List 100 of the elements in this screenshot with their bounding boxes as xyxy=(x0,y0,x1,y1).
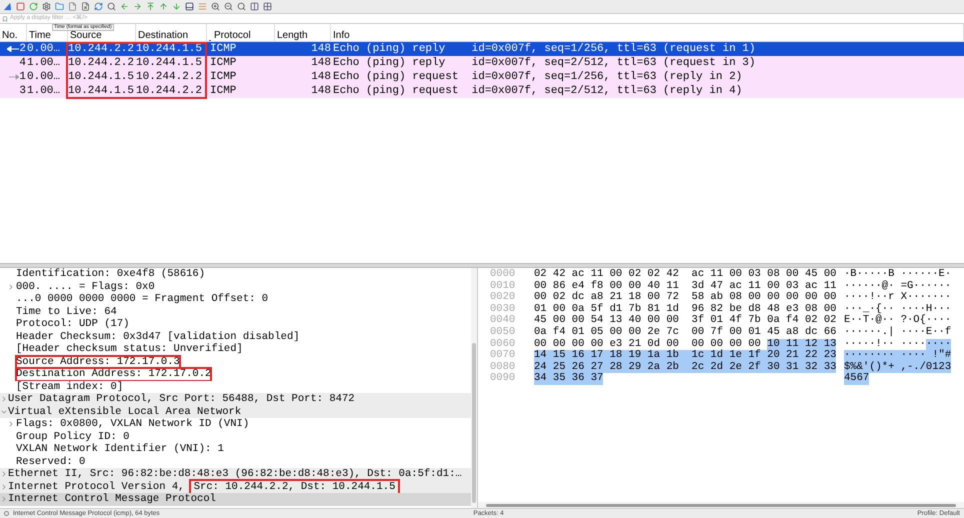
packet-row[interactable]: 10.00… 10.244.1.5 10.244.2.2 ICMP 148 Echo (ping) request id=0x007f, seq=1/256, ttl=63 (reply in 2) xyxy=(0,70,964,84)
zoom-in-icon[interactable] xyxy=(211,2,220,11)
status-icon[interactable] xyxy=(4,511,9,516)
expander-icon[interactable] xyxy=(0,482,8,491)
ascii-text[interactable]: ········ ···· !"# xyxy=(844,350,952,362)
settings-icon[interactable] xyxy=(42,2,51,11)
ascii-text[interactable]: $%&'()*+ ,-./0123 xyxy=(844,362,952,374)
hex-bytes[interactable]: 34 35 36 37 xyxy=(534,373,604,385)
detail-line[interactable]: Identification: 0xe4f8 (58616) xyxy=(16,268,206,280)
table-cell: ICMP xyxy=(210,42,236,55)
detail-line[interactable]: Flags: 0x0800, VXLAN Network ID (VNI) xyxy=(16,418,250,430)
detail-line[interactable]: Reserved: 0 xyxy=(16,456,86,468)
column-header[interactable]: No. xyxy=(2,31,18,41)
detail-line[interactable]: Internet Protocol Version 4, xyxy=(8,480,184,493)
table-cell: 10.244.1.5 xyxy=(68,70,134,83)
offset-label: 0090 xyxy=(490,373,516,385)
grid-icon[interactable] xyxy=(263,2,272,11)
table-cell-text: 3 xyxy=(19,84,26,99)
hex-bytes[interactable]: 00 86 e4 f8 00 00 40 11 3d 47 ac 11 00 03 ac 11 xyxy=(534,280,836,292)
hex-bytes[interactable]: 02 42 ac 11 00 02 02 42 ac 11 00 03 08 00 45 00 xyxy=(534,269,836,281)
offset-label: 0020 xyxy=(490,292,516,304)
detail-line[interactable]: Header Checksum: 0x3d47 [validation disabled] xyxy=(16,330,300,343)
table-cell: 148 xyxy=(311,84,331,97)
offset-label: 0000 xyxy=(490,269,516,281)
offset-label: 0050 xyxy=(490,326,516,339)
hex-bytes[interactable]: 01 00 0a 5f d1 7b 81 1d 96 82 be d8 48 e3 08 00 xyxy=(534,304,836,316)
boxed-text: Src: 10.244.2.2, Dst: 10.244.1.5 xyxy=(190,480,398,493)
expander-icon[interactable] xyxy=(0,395,8,404)
search-icon[interactable] xyxy=(107,2,116,11)
hex-bytes[interactable]: 24 25 26 27 28 29 2a 2b 2c 2d 2e 2f 30 31 32 33 xyxy=(534,362,836,374)
zoom-out-icon[interactable] xyxy=(224,2,233,11)
close-file-icon[interactable] xyxy=(81,2,90,11)
column-header[interactable]: Destination xyxy=(138,31,188,41)
detail-line[interactable]: ...0 0000 0000 0000 = Fragment Offset: 0 xyxy=(16,293,268,306)
detail-line[interactable]: Time to Live: 64 xyxy=(16,306,117,318)
detail-line[interactable]: [Stream index: 0] xyxy=(16,380,124,393)
column-header[interactable]: Protocol xyxy=(214,31,251,41)
table-cell: Echo (ping) request id=0x007f, seq=2/512, ttl=63 (reply in 4) xyxy=(333,84,742,97)
file-icon[interactable] xyxy=(68,2,77,11)
reload-icon[interactable] xyxy=(94,2,103,11)
shark-fin-icon[interactable] xyxy=(3,2,12,11)
packet-row[interactable]: 20.00… 10.244.2.2 10.244.1.5 ICMP 148 Echo (ping) reply id=0x007f, seq=1/256, ttl=63 (request in 1) xyxy=(0,42,964,56)
ascii-text[interactable]: ···· xyxy=(926,338,952,350)
table-cell: 10.244.2.2 xyxy=(68,42,134,55)
column-header[interactable]: Source xyxy=(70,31,102,41)
ascii-text[interactable]: ······.| ····E··f xyxy=(844,326,952,339)
table-cell: 10.244.1.5 xyxy=(136,56,202,69)
table-cell: ICMP xyxy=(210,70,236,83)
jump-icon[interactable] xyxy=(146,2,155,11)
ascii-text[interactable]: ·····!·· ···· xyxy=(844,338,926,350)
table-cell-text: 2 xyxy=(19,42,26,57)
panel-icon[interactable] xyxy=(185,2,194,11)
expander-icon[interactable] xyxy=(7,282,15,291)
resize-columns-icon[interactable] xyxy=(250,2,259,11)
packet-row[interactable]: 31.00… 10.244.1.5 10.244.2.2 ICMP 148 Echo (ping) request id=0x007f, seq=2/512, ttl=63 (reply in 4) xyxy=(0,84,964,98)
table-cell: 0.00… xyxy=(27,42,60,55)
ascii-text[interactable]: ····!··r X······· xyxy=(844,292,952,304)
detail-line[interactable]: Protocol: UDP (17) xyxy=(16,318,130,330)
expander-icon[interactable] xyxy=(0,495,8,504)
ascii-text[interactable]: ·B·····B ······E· xyxy=(844,269,952,281)
detail-line[interactable]: Group Policy ID: 0 xyxy=(16,430,130,443)
ascii-text[interactable]: ······@· =G······ xyxy=(844,280,952,292)
folder-icon[interactable] xyxy=(55,2,64,11)
ascii-text[interactable]: 4567 xyxy=(844,373,870,385)
hex-bytes[interactable]: 00 00 00 00 e3 21 0d 00 00 00 00 00 xyxy=(534,338,761,350)
scrollbar[interactable] xyxy=(471,268,477,508)
detail-line[interactable]: [Header checksum status: Unverified] xyxy=(16,343,243,356)
offset-label: 0060 xyxy=(490,338,516,350)
hex-bytes[interactable]: 0a f4 01 05 00 00 2e 7c 00 7f 00 01 45 a8 dc 66 xyxy=(534,326,836,339)
hex-bytes[interactable]: 14 15 16 17 18 19 1a 1b 1c 1d 1e 1f 20 21 22 23 xyxy=(534,350,836,362)
table-cell: 148 xyxy=(311,56,331,69)
arrow-right-icon[interactable] xyxy=(133,2,142,11)
bookmark-icon[interactable] xyxy=(2,16,8,22)
column-header[interactable]: Time xyxy=(29,31,51,41)
hex-bytes[interactable]: 45 00 00 54 13 40 00 00 3f 01 4f 7b 0a f4 02 02 xyxy=(534,315,836,327)
arrow-down-icon[interactable] xyxy=(172,2,181,11)
stop-icon[interactable] xyxy=(16,2,25,11)
column-header[interactable]: Length xyxy=(277,31,308,41)
detail-line[interactable]: Source Address: 172.17.0.3 xyxy=(16,356,180,368)
offset-label: 0070 xyxy=(490,350,516,362)
packet-row[interactable]: 41.00… 10.244.2.2 10.244.1.5 ICMP 148 Echo (ping) reply id=0x007f, seq=2/512, ttl=63 (request in 3) xyxy=(0,56,964,70)
detail-line[interactable]: VXLAN Network Identifier (VNI): 1 xyxy=(16,443,224,456)
hex-bytes[interactable]: 10 11 12 13 xyxy=(767,338,836,350)
expander-icon[interactable] xyxy=(0,470,8,478)
table-cell: 10.244.1.5 xyxy=(136,42,202,55)
table-cell-text: 4 xyxy=(19,56,26,71)
arrow-up-icon[interactable] xyxy=(159,2,168,11)
detail-line[interactable]: 000. .... = Flags: 0x0 xyxy=(16,280,155,293)
restart-icon[interactable] xyxy=(29,2,38,11)
arrow-left-icon[interactable] xyxy=(120,2,129,11)
colorize-icon[interactable] xyxy=(198,2,207,11)
horizontal-scrollbar[interactable] xyxy=(478,502,964,508)
zoom-reset-icon[interactable] xyxy=(237,2,246,11)
table-cell: Echo (ping) request id=0x007f, seq=1/256, ttl=63 (reply in 2) xyxy=(333,70,742,83)
hex-bytes[interactable]: 00 02 dc a8 21 18 00 72 58 ab 08 00 00 00 00 00 xyxy=(534,292,836,304)
column-header[interactable]: Info xyxy=(333,31,350,41)
ascii-text[interactable]: ···_·{·· ····H··· xyxy=(844,304,952,316)
expander-icon[interactable] xyxy=(7,420,15,428)
ascii-text[interactable]: E··T·@·· ?·O{···· xyxy=(844,315,952,327)
detail-line[interactable]: Destination Address: 172.17.0.2 xyxy=(16,368,212,380)
